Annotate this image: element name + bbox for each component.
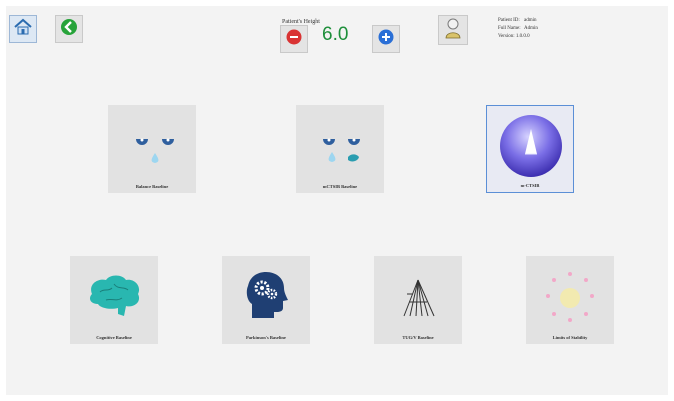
head-gears-icon — [222, 256, 310, 336]
tile-label: TUG/V Baseline — [402, 335, 434, 340]
tile-parkinsons-baseline[interactable]: Parkinson's Baseline — [222, 256, 310, 344]
profile-button[interactable] — [438, 15, 468, 45]
tile-label: Balance Baseline — [135, 184, 169, 189]
patient-name-label: Full Name: — [498, 26, 521, 31]
brain-icon — [70, 256, 158, 336]
increase-button[interactable] — [372, 25, 400, 53]
tile-m-ctsib[interactable]: m-CTSIB — [486, 105, 574, 193]
home-icon — [13, 18, 33, 41]
tile-limits-of-stability[interactable]: Limits of Stability — [526, 256, 614, 344]
legs-lines-icon — [374, 256, 462, 336]
minus-icon — [286, 29, 302, 50]
tile-tugv-baseline[interactable]: TUG/V Baseline — [374, 256, 462, 344]
home-button[interactable] — [9, 15, 37, 43]
back-arrow-icon — [60, 18, 78, 41]
person-icon — [443, 17, 463, 44]
tile-label: Limits of Stability — [552, 335, 588, 340]
tile-balance-baseline[interactable]: Balance Baseline — [108, 105, 196, 193]
version-label: Version: — [498, 34, 515, 39]
version-value: 1.0.0.0 — [515, 34, 530, 39]
tile-label: Parkinson's Baseline — [246, 335, 286, 340]
cone-sphere-icon — [487, 106, 575, 186]
patient-name-value: Admin — [524, 26, 538, 31]
patient-id-value: admin — [524, 18, 537, 23]
tile-cognitive-baseline[interactable]: Cognitive Baseline — [70, 256, 158, 344]
patient-info: Patient ID: admin Full Name: Admin Version… — [498, 17, 538, 41]
plus-icon — [378, 29, 394, 50]
decrease-button[interactable] — [280, 25, 308, 53]
tile-label: Cognitive Baseline — [96, 335, 132, 340]
eyes-foam-icon — [296, 105, 384, 185]
dots-circle-icon — [526, 256, 614, 336]
tile-mctsib-baseline[interactable]: mCTSIB Baseline — [296, 105, 384, 193]
app-window: Patient's Height 6.0 Patient ID: admin F… — [6, 6, 668, 395]
eyes-drop-icon — [108, 105, 196, 185]
back-button[interactable] — [55, 15, 83, 43]
stepper-value: 6.0 — [322, 24, 349, 45]
patient-id-label: Patient ID: — [498, 18, 520, 23]
tile-label: mCTSIB Baseline — [322, 184, 358, 189]
tile-label: m-CTSIB — [520, 183, 540, 188]
